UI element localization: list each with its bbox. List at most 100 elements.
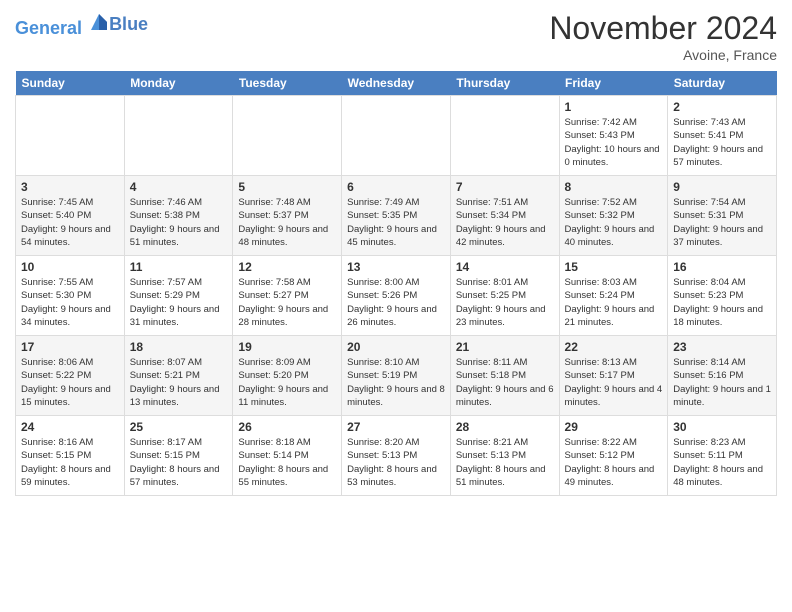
day-number: 16	[673, 260, 771, 274]
calendar-cell: 23 Sunrise: 8:14 AMSunset: 5:16 PMDayligh…	[668, 336, 777, 416]
calendar-cell: 5 Sunrise: 7:48 AMSunset: 5:37 PMDaylight…	[233, 176, 342, 256]
calendar-cell: 11 Sunrise: 7:57 AMSunset: 5:29 PMDayligh…	[124, 256, 233, 336]
calendar-cell: 19Sunrise: 8:09 AMSunset: 5:20 PMDayligh…	[233, 336, 342, 416]
calendar-cell: 28 Sunrise: 8:21 AMSunset: 5:13 PMDayligh…	[450, 416, 559, 496]
day-info: Sunrise: 7:57 AMSunset: 5:29 PMDaylight:…	[130, 276, 228, 329]
day-info: Sunrise: 8:17 AMSunset: 5:15 PMDaylight:…	[130, 436, 228, 489]
day-number: 29	[565, 420, 663, 434]
calendar-cell	[342, 96, 451, 176]
calendar-cell: 17Sunrise: 8:06 AMSunset: 5:22 PMDayligh…	[16, 336, 125, 416]
location: Avoine, France	[549, 47, 777, 63]
day-number: 23	[673, 340, 771, 354]
day-number: 14	[456, 260, 554, 274]
day-number: 6	[347, 180, 445, 194]
col-friday: Friday	[559, 71, 668, 96]
day-number: 22	[565, 340, 663, 354]
day-number: 18	[130, 340, 228, 354]
calendar-cell: 26 Sunrise: 8:18 AMSunset: 5:14 PMDayligh…	[233, 416, 342, 496]
day-info: Sunrise: 8:14 AMSunset: 5:16 PMDaylight:…	[673, 356, 771, 409]
day-info: Sunrise: 8:11 AMSunset: 5:18 PMDaylight:…	[456, 356, 554, 409]
calendar-cell: 24 Sunrise: 8:16 AMSunset: 5:15 PMDayligh…	[16, 416, 125, 496]
calendar-cell: 21 Sunrise: 8:11 AMSunset: 5:18 PMDayligh…	[450, 336, 559, 416]
calendar-week-3: 10Sunrise: 7:55 AMSunset: 5:30 PMDayligh…	[16, 256, 777, 336]
day-number: 5	[238, 180, 336, 194]
day-info: Sunrise: 8:22 AMSunset: 5:12 PMDaylight:…	[565, 436, 663, 489]
calendar-cell: 12 Sunrise: 7:58 AMSunset: 5:27 PMDayligh…	[233, 256, 342, 336]
day-number: 2	[673, 100, 771, 114]
day-info: Sunrise: 8:23 AMSunset: 5:11 PMDaylight:…	[673, 436, 771, 489]
calendar-cell: 3Sunrise: 7:45 AMSunset: 5:40 PMDaylight…	[16, 176, 125, 256]
calendar-cell: 29 Sunrise: 8:22 AMSunset: 5:12 PMDayligh…	[559, 416, 668, 496]
title-area: November 2024 Avoine, France	[549, 10, 777, 63]
day-info: Sunrise: 8:18 AMSunset: 5:14 PMDaylight:…	[238, 436, 336, 489]
day-number: 13	[347, 260, 445, 274]
calendar-cell	[450, 96, 559, 176]
col-tuesday: Tuesday	[233, 71, 342, 96]
calendar-cell: 22 Sunrise: 8:13 AMSunset: 5:17 PMDayligh…	[559, 336, 668, 416]
day-info: Sunrise: 7:48 AMSunset: 5:37 PMDaylight:…	[238, 196, 336, 249]
day-number: 9	[673, 180, 771, 194]
day-info: Sunrise: 7:49 AMSunset: 5:35 PMDaylight:…	[347, 196, 445, 249]
day-number: 1	[565, 100, 663, 114]
calendar-cell: 20Sunrise: 8:10 AMSunset: 5:19 PMDayligh…	[342, 336, 451, 416]
day-number: 21	[456, 340, 554, 354]
day-info: Sunrise: 8:16 AMSunset: 5:15 PMDaylight:…	[21, 436, 119, 489]
logo-icon	[89, 10, 109, 34]
logo: General Blue	[15, 10, 148, 39]
day-info: Sunrise: 7:52 AMSunset: 5:32 PMDaylight:…	[565, 196, 663, 249]
day-info: Sunrise: 8:00 AMSunset: 5:26 PMDaylight:…	[347, 276, 445, 329]
calendar-cell: 2Sunrise: 7:43 AMSunset: 5:41 PMDaylight…	[668, 96, 777, 176]
day-number: 17	[21, 340, 119, 354]
logo-text: General	[15, 10, 109, 39]
calendar-cell: 10Sunrise: 7:55 AMSunset: 5:30 PMDayligh…	[16, 256, 125, 336]
col-saturday: Saturday	[668, 71, 777, 96]
col-sunday: Sunday	[16, 71, 125, 96]
day-number: 26	[238, 420, 336, 434]
day-info: Sunrise: 8:20 AMSunset: 5:13 PMDaylight:…	[347, 436, 445, 489]
calendar-cell: 6 Sunrise: 7:49 AMSunset: 5:35 PMDaylight…	[342, 176, 451, 256]
day-number: 28	[456, 420, 554, 434]
calendar-week-4: 17Sunrise: 8:06 AMSunset: 5:22 PMDayligh…	[16, 336, 777, 416]
calendar-cell: 27 Sunrise: 8:20 AMSunset: 5:13 PMDayligh…	[342, 416, 451, 496]
day-info: Sunrise: 8:07 AMSunset: 5:21 PMDaylight:…	[130, 356, 228, 409]
calendar-cell	[233, 96, 342, 176]
calendar-week-2: 3Sunrise: 7:45 AMSunset: 5:40 PMDaylight…	[16, 176, 777, 256]
day-number: 27	[347, 420, 445, 434]
day-info: Sunrise: 8:04 AMSunset: 5:23 PMDaylight:…	[673, 276, 771, 329]
calendar-cell: 30Sunrise: 8:23 AMSunset: 5:11 PMDayligh…	[668, 416, 777, 496]
calendar-table: Sunday Monday Tuesday Wednesday Thursday…	[15, 71, 777, 496]
day-info: Sunrise: 8:13 AMSunset: 5:17 PMDaylight:…	[565, 356, 663, 409]
calendar-cell: 4 Sunrise: 7:46 AMSunset: 5:38 PMDaylight…	[124, 176, 233, 256]
calendar-cell	[124, 96, 233, 176]
header: General Blue November 2024 Avoine, Franc…	[15, 10, 777, 63]
day-number: 24	[21, 420, 119, 434]
col-monday: Monday	[124, 71, 233, 96]
day-number: 11	[130, 260, 228, 274]
calendar-cell: 15 Sunrise: 8:03 AMSunset: 5:24 PMDayligh…	[559, 256, 668, 336]
calendar-cell: 8 Sunrise: 7:52 AMSunset: 5:32 PMDaylight…	[559, 176, 668, 256]
col-thursday: Thursday	[450, 71, 559, 96]
month-title: November 2024	[549, 10, 777, 47]
day-info: Sunrise: 8:10 AMSunset: 5:19 PMDaylight:…	[347, 356, 445, 409]
calendar-cell: 9 Sunrise: 7:54 AMSunset: 5:31 PMDaylight…	[668, 176, 777, 256]
day-number: 3	[21, 180, 119, 194]
calendar-cell: 25Sunrise: 8:17 AMSunset: 5:15 PMDayligh…	[124, 416, 233, 496]
day-number: 15	[565, 260, 663, 274]
day-info: Sunrise: 8:01 AMSunset: 5:25 PMDaylight:…	[456, 276, 554, 329]
calendar-cell: 13 Sunrise: 8:00 AMSunset: 5:26 PMDayligh…	[342, 256, 451, 336]
col-wednesday: Wednesday	[342, 71, 451, 96]
day-info: Sunrise: 8:21 AMSunset: 5:13 PMDaylight:…	[456, 436, 554, 489]
calendar-week-1: 1 Sunrise: 7:42 AMSunset: 5:43 PMDaylight…	[16, 96, 777, 176]
calendar-cell: 16 Sunrise: 8:04 AMSunset: 5:23 PMDayligh…	[668, 256, 777, 336]
day-info: Sunrise: 7:46 AMSunset: 5:38 PMDaylight:…	[130, 196, 228, 249]
logo-blue: Blue	[109, 15, 148, 35]
day-number: 8	[565, 180, 663, 194]
day-info: Sunrise: 8:03 AMSunset: 5:24 PMDaylight:…	[565, 276, 663, 329]
day-number: 4	[130, 180, 228, 194]
day-info: Sunrise: 7:58 AMSunset: 5:27 PMDaylight:…	[238, 276, 336, 329]
calendar-cell: 1 Sunrise: 7:42 AMSunset: 5:43 PMDaylight…	[559, 96, 668, 176]
day-info: Sunrise: 7:54 AMSunset: 5:31 PMDaylight:…	[673, 196, 771, 249]
day-info: Sunrise: 8:09 AMSunset: 5:20 PMDaylight:…	[238, 356, 336, 409]
day-number: 12	[238, 260, 336, 274]
day-info: Sunrise: 7:42 AMSunset: 5:43 PMDaylight:…	[565, 116, 663, 169]
